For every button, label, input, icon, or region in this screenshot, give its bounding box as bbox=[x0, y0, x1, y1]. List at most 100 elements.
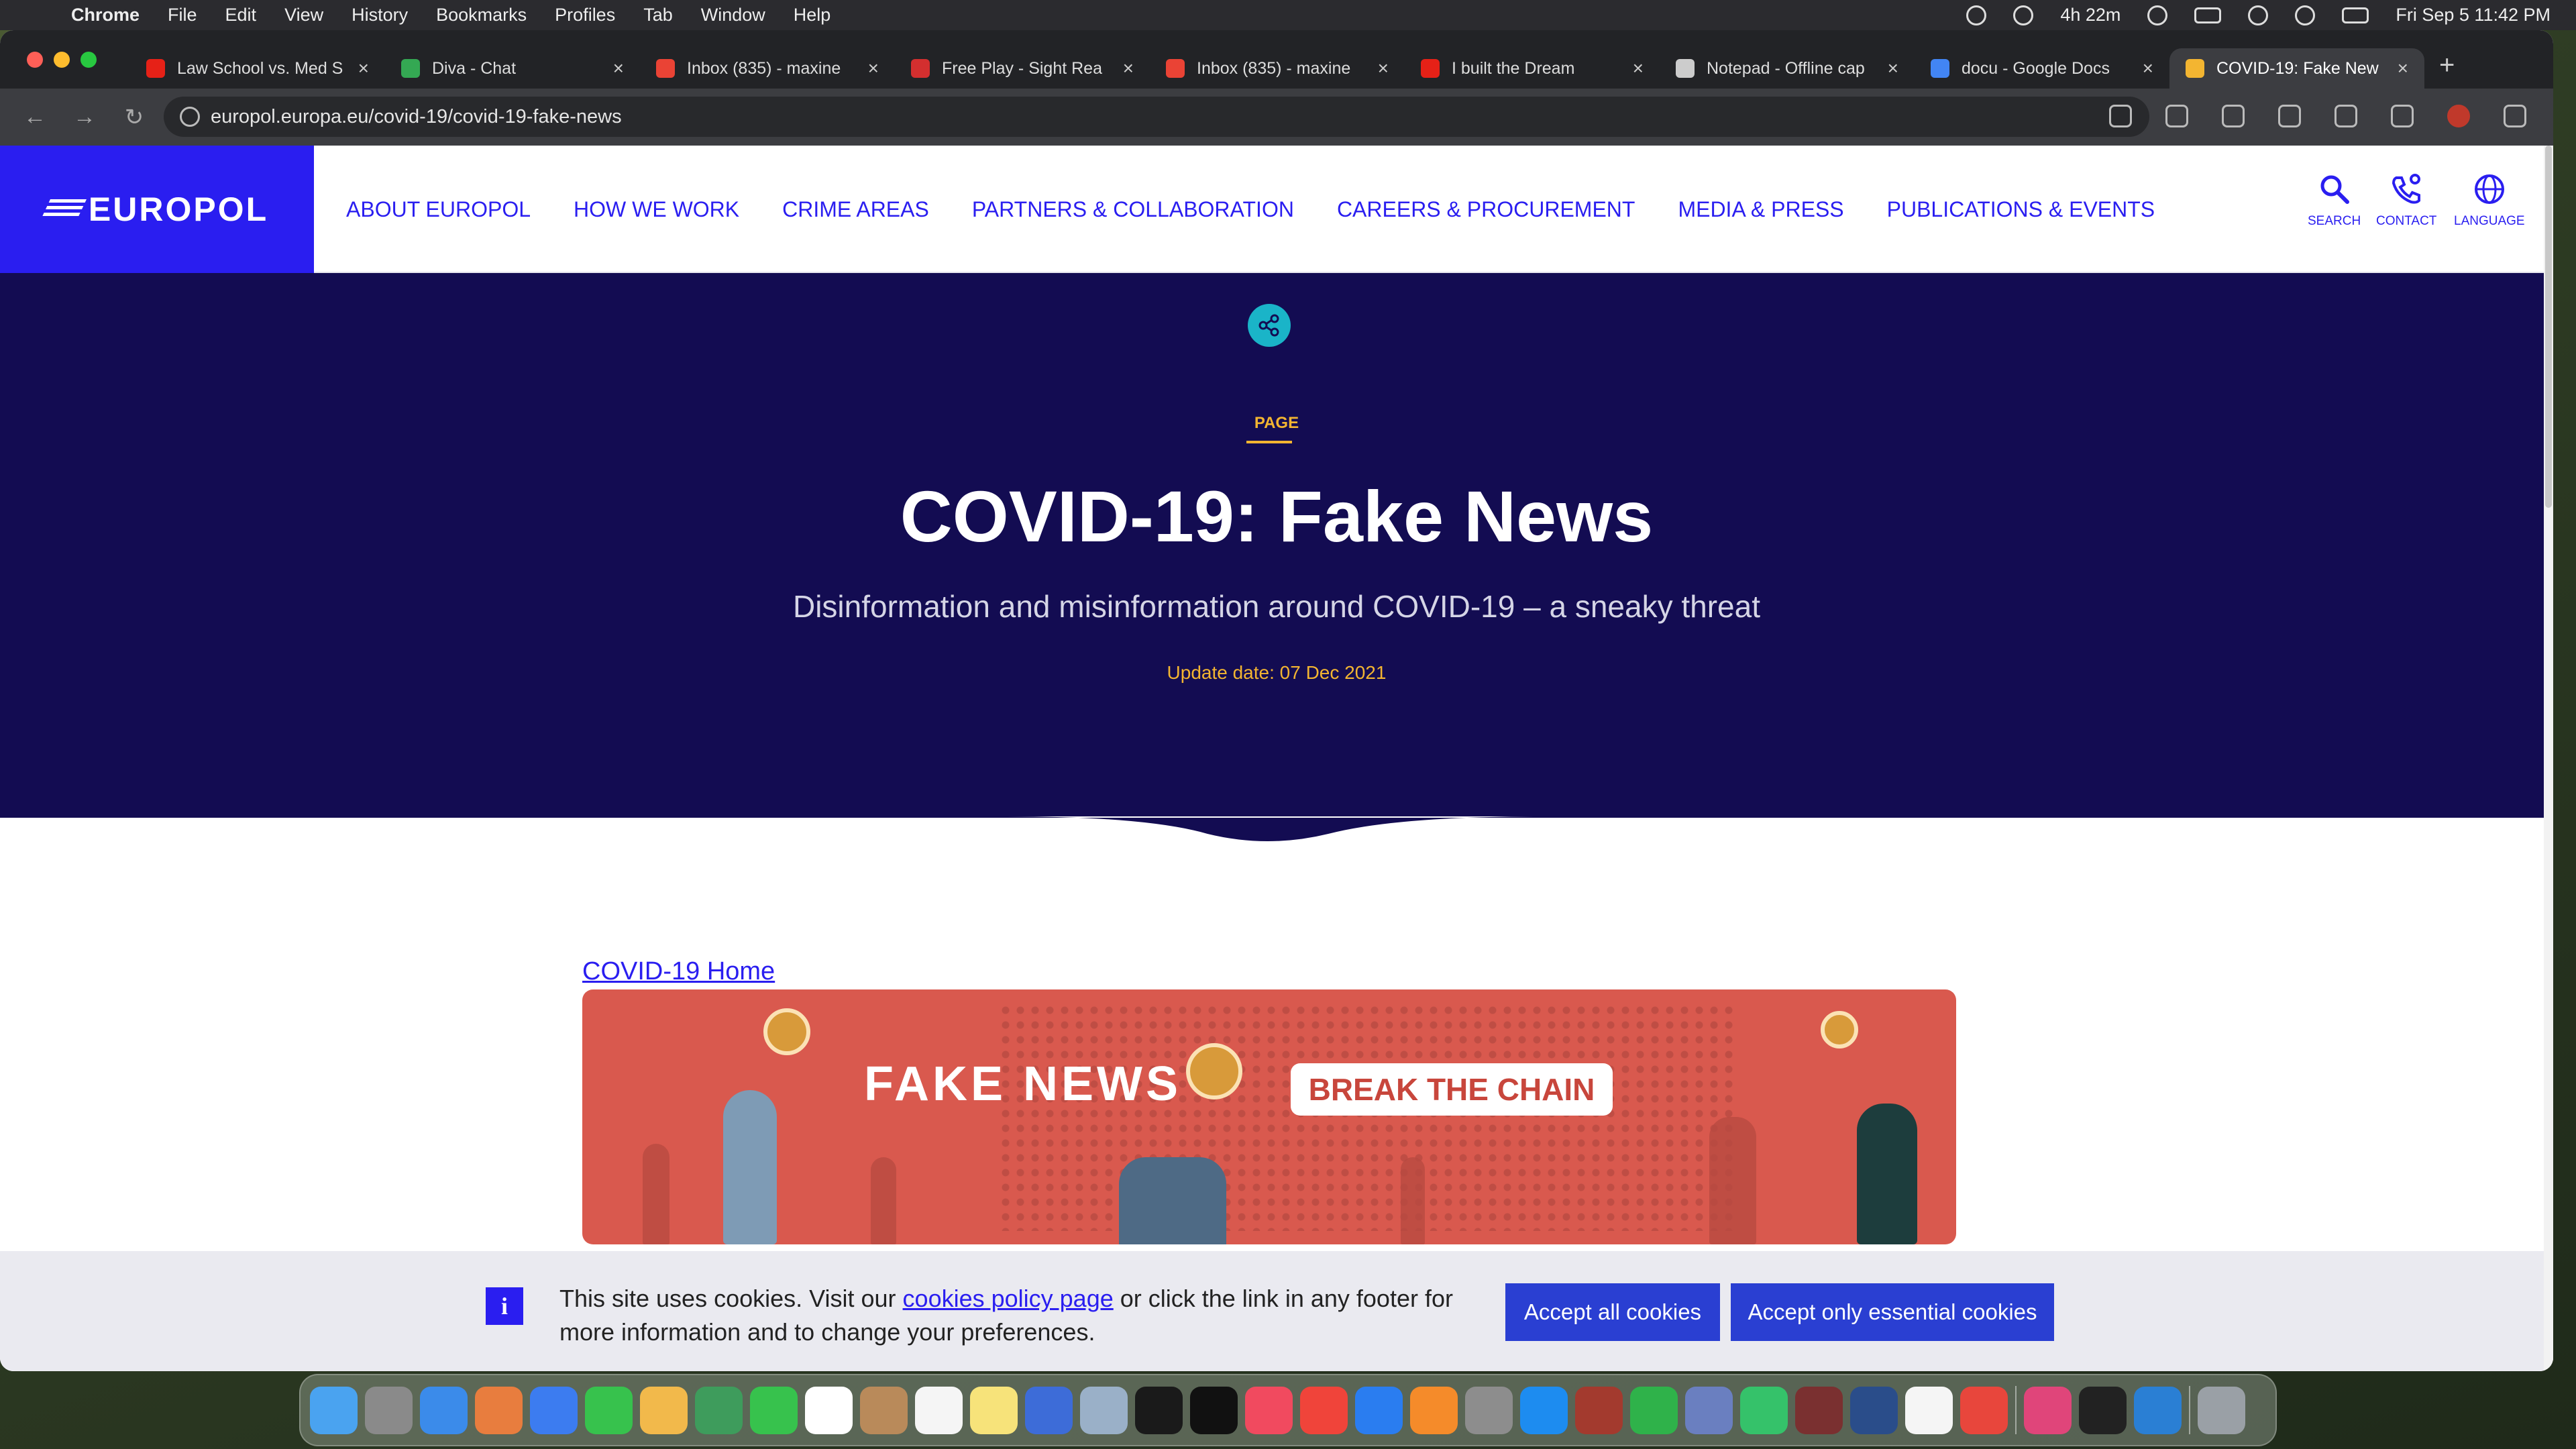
menubar-clock[interactable]: Fri Sep 5 11:42 PM bbox=[2396, 5, 2551, 25]
menu-window[interactable]: Window bbox=[701, 5, 765, 25]
tab-5[interactable]: I built the Dream × bbox=[1405, 48, 1660, 89]
share-button[interactable] bbox=[1248, 304, 1291, 347]
tab-7[interactable]: docu - Google Docs × bbox=[1915, 48, 2169, 89]
contact-button[interactable]: CONTACT bbox=[2376, 172, 2436, 229]
zoom-window-button[interactable] bbox=[80, 51, 97, 68]
tab-8-active[interactable]: COVID-19: Fake New × bbox=[2169, 48, 2424, 89]
dock-chrome-icon[interactable] bbox=[1960, 1386, 2008, 1434]
dock-contacts-icon[interactable] bbox=[860, 1386, 908, 1434]
nav-how-we-work[interactable]: HOW WE WORK bbox=[574, 197, 739, 222]
dock-vscode-icon[interactable] bbox=[2134, 1386, 2182, 1434]
spotlight-icon[interactable] bbox=[2295, 5, 2316, 25]
menu-view[interactable]: View bbox=[284, 5, 323, 25]
url-text[interactable]: europol.europa.eu/covid-19/covid-19-fake… bbox=[211, 106, 622, 128]
menu-app-name[interactable]: Chrome bbox=[71, 5, 140, 25]
nav-careers-procurement[interactable]: CAREERS & PROCUREMENT bbox=[1337, 197, 1635, 222]
extension-icon[interactable] bbox=[2222, 105, 2245, 127]
menu-history[interactable]: History bbox=[352, 5, 408, 25]
dock-safari-icon[interactable] bbox=[420, 1386, 468, 1434]
dock-finder-icon[interactable] bbox=[310, 1386, 358, 1434]
dock-find-my-icon[interactable] bbox=[1740, 1386, 1788, 1434]
language-button[interactable]: LANGUAGE bbox=[2454, 172, 2525, 229]
menu-bookmarks[interactable]: Bookmarks bbox=[436, 5, 527, 25]
close-tab-icon[interactable]: × bbox=[613, 58, 624, 79]
accept-essential-cookies-button[interactable]: Accept only essential cookies bbox=[1731, 1283, 2054, 1341]
close-tab-icon[interactable]: × bbox=[1123, 58, 1134, 79]
menu-edit[interactable]: Edit bbox=[225, 5, 257, 25]
dock-preview-icon[interactable] bbox=[1080, 1386, 1128, 1434]
close-window-button[interactable] bbox=[27, 51, 43, 68]
profile-avatar[interactable] bbox=[2447, 105, 2470, 127]
dock-quicktime-icon[interactable] bbox=[1850, 1386, 1898, 1434]
wifi-icon[interactable] bbox=[2248, 5, 2269, 25]
close-tab-icon[interactable]: × bbox=[1378, 58, 1389, 79]
close-tab-icon[interactable]: × bbox=[358, 58, 369, 79]
europol-logo[interactable]: EUROPOL bbox=[0, 146, 314, 273]
forward-icon[interactable]: → bbox=[70, 104, 99, 130]
dock-app-store-icon[interactable] bbox=[1520, 1386, 1568, 1434]
menu-file[interactable]: File bbox=[168, 5, 197, 25]
accept-all-cookies-button[interactable]: Accept all cookies bbox=[1505, 1283, 1720, 1341]
tab-4[interactable]: Inbox (835) - maxine × bbox=[1150, 48, 1405, 89]
dock-keynote-icon[interactable] bbox=[1355, 1386, 1403, 1434]
address-bar[interactable]: europol.europa.eu/covid-19/covid-19-fake… bbox=[164, 97, 2149, 137]
menu-help[interactable]: Help bbox=[794, 5, 831, 25]
scrollbar-thumb[interactable] bbox=[2545, 146, 2552, 508]
search-button[interactable]: SEARCH bbox=[2308, 172, 2361, 229]
media-controls-icon[interactable] bbox=[2391, 105, 2414, 127]
nav-publications-events[interactable]: PUBLICATIONS & EVENTS bbox=[1887, 197, 2155, 222]
reload-icon[interactable]: ↻ bbox=[119, 104, 149, 131]
menu-profiles[interactable]: Profiles bbox=[555, 5, 615, 25]
nav-partners-collaboration[interactable]: PARTNERS & COLLABORATION bbox=[972, 197, 1294, 222]
close-tab-icon[interactable]: × bbox=[1633, 58, 1644, 79]
grammarly-icon[interactable] bbox=[1966, 5, 1987, 25]
breadcrumb-covid-home[interactable]: COVID-19 Home bbox=[582, 957, 775, 986]
dock-trash-icon[interactable] bbox=[2198, 1386, 2245, 1434]
dock-tv-icon[interactable] bbox=[1190, 1386, 1238, 1434]
dock-numbers-icon[interactable] bbox=[1630, 1386, 1678, 1434]
tab-0[interactable]: Law School vs. Med S × bbox=[130, 48, 385, 89]
close-tab-icon[interactable]: × bbox=[868, 58, 879, 79]
site-info-icon[interactable] bbox=[180, 107, 200, 127]
close-tab-icon[interactable]: × bbox=[1888, 58, 1898, 79]
dock-clock-icon[interactable] bbox=[1905, 1386, 1953, 1434]
nav-about-europol[interactable]: ABOUT EUROPOL bbox=[346, 197, 531, 222]
install-app-icon[interactable] bbox=[2109, 105, 2132, 127]
play-icon[interactable] bbox=[2147, 5, 2168, 25]
more-menu-icon[interactable] bbox=[2504, 105, 2526, 127]
dock-terminal-icon[interactable] bbox=[2079, 1386, 2127, 1434]
menu-tab[interactable]: Tab bbox=[643, 5, 673, 25]
close-tab-icon[interactable]: × bbox=[2398, 58, 2408, 79]
tab-6[interactable]: Notepad - Offline cap × bbox=[1660, 48, 1915, 89]
dock-maps-icon[interactable] bbox=[695, 1386, 743, 1434]
battery-time[interactable]: 4h 22m bbox=[2060, 5, 2121, 25]
dock-settings-icon[interactable] bbox=[1465, 1386, 1513, 1434]
dock-news-icon[interactable] bbox=[1300, 1386, 1348, 1434]
control-center-icon[interactable] bbox=[2342, 7, 2369, 23]
dock-freeform-icon[interactable] bbox=[1025, 1386, 1073, 1434]
tab-1[interactable]: Diva - Chat × bbox=[385, 48, 640, 89]
dock-reminders-icon[interactable] bbox=[915, 1386, 963, 1434]
tab-2[interactable]: Inbox (835) - maxine × bbox=[640, 48, 895, 89]
puzzle-extensions-icon[interactable] bbox=[2278, 105, 2301, 127]
dock-dictionary-icon[interactable] bbox=[1575, 1386, 1623, 1434]
nav-crime-areas[interactable]: CRIME AREAS bbox=[782, 197, 929, 222]
dock-messages-icon[interactable] bbox=[585, 1386, 633, 1434]
close-tab-icon[interactable]: × bbox=[2143, 58, 2153, 79]
dock-apps-icon[interactable] bbox=[475, 1386, 523, 1434]
tab-3[interactable]: Free Play - Sight Rea × bbox=[895, 48, 1150, 89]
dock-notability-icon[interactable] bbox=[1685, 1386, 1733, 1434]
dock-pycharm-icon[interactable] bbox=[1135, 1386, 1183, 1434]
bookmark-star-icon[interactable] bbox=[2165, 105, 2188, 127]
dock-music-icon[interactable] bbox=[1245, 1386, 1293, 1434]
focus-icon[interactable] bbox=[2013, 5, 2034, 25]
dock-notes-icon[interactable] bbox=[970, 1386, 1018, 1434]
dock-facetime-icon[interactable] bbox=[750, 1386, 798, 1434]
dock-calendar-icon[interactable] bbox=[805, 1386, 853, 1434]
dock-photos-icon[interactable] bbox=[640, 1386, 688, 1434]
nav-media-press[interactable]: MEDIA & PRESS bbox=[1678, 197, 1843, 222]
cookies-policy-link[interactable]: cookies policy page bbox=[903, 1285, 1114, 1312]
side-panel-icon[interactable] bbox=[2334, 105, 2357, 127]
dock-mail-icon[interactable] bbox=[530, 1386, 578, 1434]
new-tab-button[interactable]: + bbox=[2439, 50, 2455, 80]
